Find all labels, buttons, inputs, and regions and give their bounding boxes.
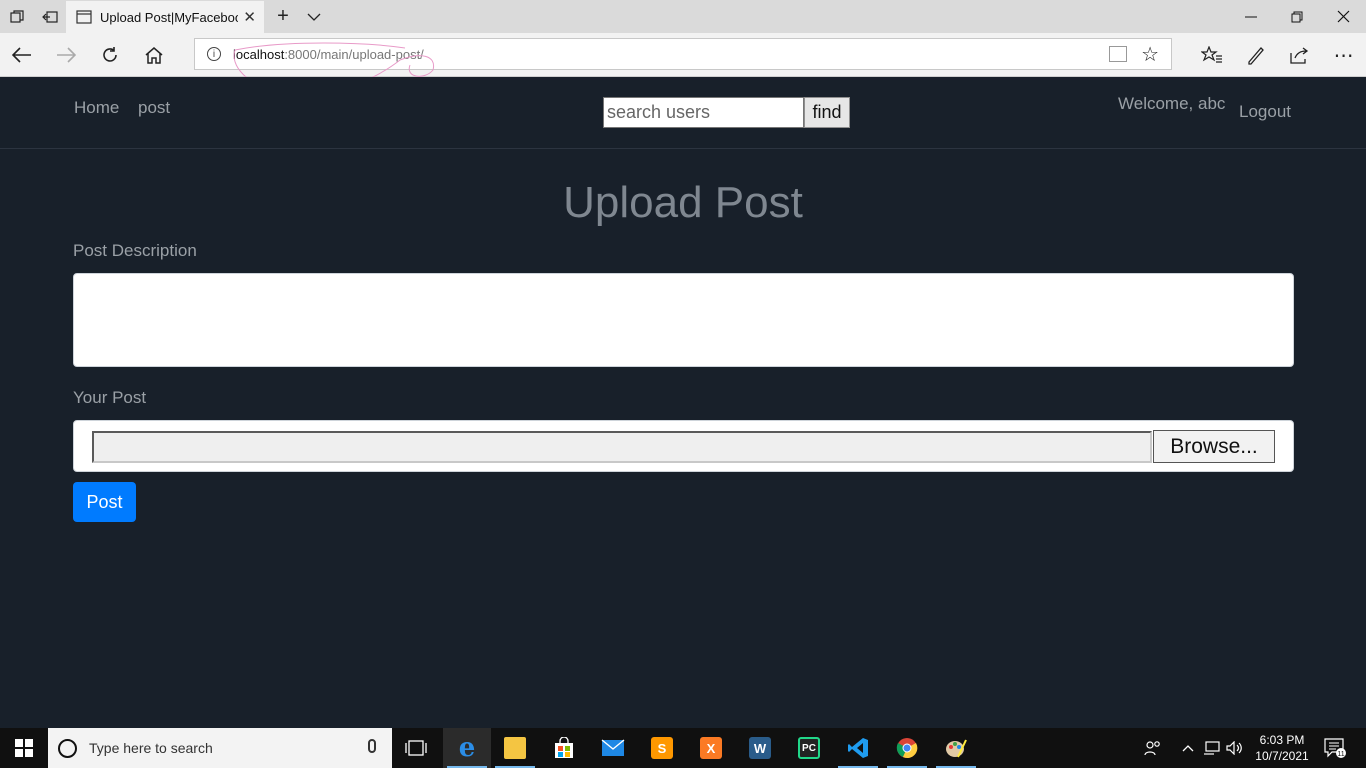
taskbar-search-box[interactable]: Type here to search: [48, 728, 392, 768]
address-toolbar: i localhost:8000/main/upload-post/ ☆ ⋯: [0, 33, 1366, 77]
file-explorer-icon[interactable]: [491, 728, 539, 768]
post-description-label: Post Description: [73, 241, 197, 260]
find-button[interactable]: find: [804, 97, 850, 128]
pycharm-icon[interactable]: PC: [785, 728, 833, 768]
tab-title: Upload Post|MyFaceboo: [100, 9, 238, 25]
network-icon[interactable]: [1200, 728, 1224, 768]
close-tab-icon[interactable]: ✕: [243, 8, 256, 26]
cortana-icon: [58, 738, 77, 758]
back-icon[interactable]: [0, 33, 44, 77]
file-upload-container: Browse...: [73, 420, 1294, 472]
people-icon[interactable]: [1140, 728, 1166, 768]
browser-tab-bar: Upload Post|MyFaceboo ✕ +: [0, 0, 1366, 33]
your-post-label: Your Post: [73, 388, 147, 407]
active-tab[interactable]: Upload Post|MyFaceboo ✕: [66, 1, 264, 33]
tab-preview-chevron-icon[interactable]: [300, 0, 328, 33]
reading-view-icon[interactable]: [1109, 46, 1127, 62]
clock-time: 6:03 PM: [1259, 733, 1305, 747]
windows-taskbar: Type here to search e S X W PC 6:03 PM 1…: [0, 728, 1366, 768]
taskbar-search-text: Type here to search: [89, 740, 213, 756]
microsoft-store-icon[interactable]: [540, 728, 588, 768]
pen-icon[interactable]: [1234, 33, 1278, 77]
mysql-workbench-icon[interactable]: W: [736, 728, 784, 768]
post-submit-button[interactable]: Post: [73, 482, 136, 522]
more-menu-icon[interactable]: ⋯: [1322, 33, 1366, 77]
logout-link[interactable]: Logout: [1239, 102, 1291, 122]
search-users-input[interactable]: [603, 97, 804, 128]
close-window-icon[interactable]: [1320, 0, 1366, 33]
site-info-icon[interactable]: i: [207, 47, 221, 61]
favorites-list-icon[interactable]: [1190, 33, 1234, 77]
favorite-star-icon[interactable]: ☆: [1141, 42, 1159, 67]
tab-manager-icon[interactable]: [0, 0, 33, 33]
volume-icon[interactable]: [1224, 728, 1246, 768]
home-icon[interactable]: [132, 33, 176, 77]
paint-icon[interactable]: [932, 728, 980, 768]
system-clock[interactable]: 6:03 PM 10/7/2021: [1244, 732, 1320, 764]
post-description-textarea[interactable]: [73, 273, 1294, 367]
new-tab-icon[interactable]: +: [268, 0, 298, 33]
mail-icon[interactable]: [589, 728, 637, 768]
restore-icon[interactable]: [1274, 0, 1320, 33]
sublime-text-icon[interactable]: S: [638, 728, 686, 768]
task-view-icon[interactable]: [392, 728, 440, 768]
clock-date: 10/7/2021: [1255, 749, 1309, 763]
browse-button[interactable]: Browse...: [1153, 430, 1275, 463]
nav-home-link[interactable]: Home: [74, 98, 119, 118]
refresh-icon[interactable]: [88, 33, 132, 77]
set-aside-tabs-icon[interactable]: [33, 0, 66, 33]
file-path-field[interactable]: [92, 431, 1152, 463]
page-title: Upload Post: [563, 178, 803, 227]
site-navbar: Home post find Welcome, abc Logout: [0, 77, 1366, 149]
notification-count: 11: [1337, 751, 1344, 758]
tray-chevron-up-icon[interactable]: [1178, 728, 1198, 768]
minimize-icon[interactable]: [1228, 0, 1274, 33]
welcome-text: Welcome, abc: [1118, 94, 1226, 113]
edge-browser-icon[interactable]: e: [443, 728, 491, 768]
start-windows-icon[interactable]: [0, 728, 48, 768]
chrome-icon[interactable]: [883, 728, 931, 768]
share-icon[interactable]: [1278, 33, 1322, 77]
xampp-icon[interactable]: X: [687, 728, 735, 768]
microphone-icon[interactable]: [368, 739, 376, 753]
vscode-icon[interactable]: [834, 728, 882, 768]
forward-icon[interactable]: [44, 33, 88, 77]
nav-post-link[interactable]: post: [138, 98, 170, 118]
action-center-icon[interactable]: 11: [1320, 728, 1350, 768]
page-icon: [76, 10, 92, 24]
